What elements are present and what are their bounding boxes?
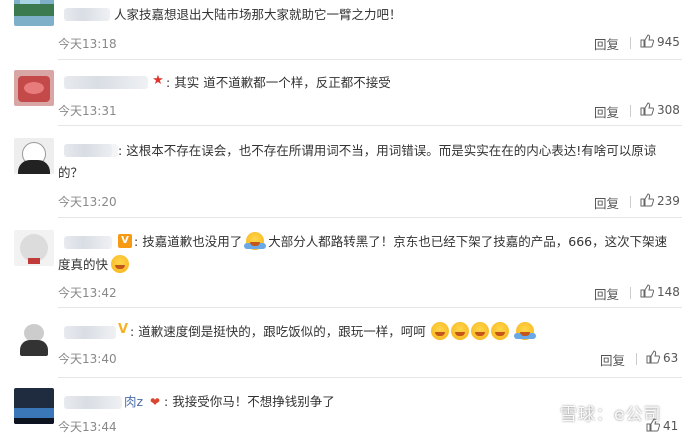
divider [630,287,631,299]
timestamp: 今天13:31 [58,104,117,118]
like-count: 63 [663,351,679,365]
timestamp: 今天13:42 [58,286,117,300]
comment-2: ★ : 其实 道不道歉都一个样，反正都不接受 今天13:31 回复 308 [0,62,692,126]
colon: : [166,75,171,90]
comment-text-content: 我接受你马！不想挣钱别争了 [172,394,335,409]
like-button[interactable]: 308 [640,102,680,117]
verified-v-icon: V [118,234,132,248]
comment-text-b: 大部分人都路转黑了！京东也已经下架了技嘉的产品，666，这次下架速 [268,234,668,249]
thumbs-up-icon [640,102,654,116]
comment-5: V : 道歉速度倒是挺快的，跟吃饭似的，跟玩一样，呵呵 今天13:40 回复 63 [0,310,692,380]
like-count: 308 [657,103,680,117]
like-button[interactable]: 63 [646,350,678,365]
comment-text: : 其实 道不道歉都一个样，反正都不接受 [166,72,692,94]
laughing-emoji-icon [490,322,509,340]
comment-1: 人家技嘉想退出大陆市场那大家就助它一臂之力吧！ 今天13:18 回复 945 [0,0,692,62]
laughing-emoji-icon [430,322,449,340]
comment-text-line2-content: 度真的快 [58,257,109,272]
username-blurred[interactable] [64,396,122,409]
laughing-emoji-icon [450,322,469,340]
avatar[interactable] [14,138,54,174]
comment-text-content: 其实 道不道歉都一个样，反正都不接受 [174,75,391,90]
comment-text-content: 这根本不存在误会，也不存在所谓用词不当，用词错误。而是实实在在的内心表达!有啥可… [126,143,657,158]
thumbs-up-icon [646,350,660,364]
reply-button[interactable]: 回复 [594,284,619,303]
timestamp: 今天13:40 [58,352,117,366]
separator [58,307,682,308]
username-blurred[interactable] [64,76,148,89]
divider [630,37,631,49]
emoji-icon [244,232,267,250]
username-blurred[interactable] [64,326,116,339]
star-icon: ★ [152,73,164,88]
avatar[interactable] [14,322,54,358]
separator [58,377,682,378]
divider [630,105,631,117]
snowball-logo-icon [536,405,556,422]
thumbs-up-icon [640,284,654,298]
colon: : [118,143,123,158]
divider [630,196,631,208]
avatar[interactable] [14,0,54,26]
comment-text-content: 人家技嘉想退出大陆市场那大家就助它一臂之力吧！ [114,7,402,22]
reply-button[interactable]: 回复 [594,34,619,53]
comment-text: : 道歉速度倒是挺快的，跟吃饭似的，跟玩一样，呵呵 [130,321,692,343]
comment-text-line2: 度真的快 [58,254,670,276]
like-count: 148 [657,285,680,299]
username-blurred[interactable] [64,8,110,21]
avatar[interactable] [14,230,54,266]
divider [636,353,637,365]
reply-button[interactable]: 回复 [594,102,619,121]
comment-3: : 这根本不存在误会，也不存在所谓用词不当，用词错误。而是实实在在的内心表达!有啥… [0,126,692,218]
like-button[interactable]: 239 [640,193,680,208]
comment-text-a: 技嘉道歉也没用了 [142,234,243,249]
separator [58,59,682,60]
timestamp: 今天13:18 [58,37,117,51]
emoji-icon [513,322,536,340]
avatar[interactable] [14,70,54,106]
username-blurred[interactable] [64,144,118,157]
like-count: 41 [663,419,679,433]
timestamp: 今天13:44 [58,420,117,434]
thumbs-up-icon [640,34,654,48]
comment-text: : 技嘉道歉也没用了 大部分人都路转黑了！京东也已经下架了技嘉的产品，666，这次下… [134,231,692,253]
like-count: 239 [657,194,680,208]
heart-eyes-emoji-icon: ❤ [149,395,161,409]
comment-4: V : 技嘉道歉也没用了 大部分人都路转黑了！京东也已经下架了技嘉的产品，666，这… [0,218,692,310]
reply-button[interactable]: 回复 [594,193,619,212]
thumbs-up-icon [640,193,654,207]
like-button[interactable]: 148 [640,284,680,299]
like-count: 945 [657,35,680,49]
watermark-text: 雪球：e公司 [560,405,662,425]
colon: : [130,324,135,339]
verified-v-icon: V [117,322,129,337]
colon: : [134,234,139,249]
comment-text-line2: 的？ [58,165,84,180]
laughing-emoji-icon [470,322,489,340]
like-button[interactable]: 945 [640,34,680,49]
colon: : [164,394,169,409]
comment-text-content: 道歉速度倒是挺快的，跟吃饭似的，跟玩一样，呵呵 [138,324,426,339]
laughing-emoji-icon [111,255,130,273]
username-tail-text: 肉z [124,394,144,409]
avatar[interactable] [14,388,54,424]
watermark: 雪球：e公司 [536,400,661,425]
comment-text: : 这根本不存在误会，也不存在所谓用词不当，用词错误。而是实实在在的内心表达!有啥… [118,140,692,162]
reply-button[interactable]: 回复 [600,350,625,369]
username-blurred[interactable] [64,236,112,249]
comment-text: 人家技嘉想退出大陆市场那大家就助它一臂之力吧！ [114,4,692,26]
timestamp: 今天13:20 [58,195,117,209]
